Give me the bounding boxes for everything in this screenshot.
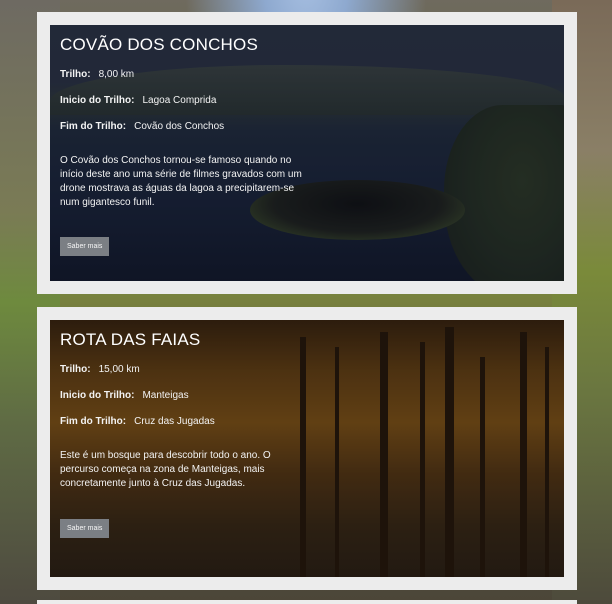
trail-description: O Covão dos Conchos tornou-se famoso qua… (60, 155, 302, 208)
trail-start-label: Inicio do Trilho: (60, 95, 135, 106)
trail-end-label: Fim do Trilho: (60, 121, 127, 132)
trail-card-image: ROTA DAS FAIAS Trilho: 15,00 km Inicio do… (50, 320, 564, 577)
trail-card-rota-das-faias: ROTA DAS FAIAS Trilho: 15,00 km Inicio do… (37, 307, 577, 590)
next-card-edge (37, 600, 577, 604)
trail-start-value: Lagoa Comprida (142, 95, 217, 106)
trail-title: COVÃO DOS CONCHOS (60, 35, 258, 54)
trail-end: Fim do Trilho: Covão dos Conchos (60, 121, 310, 132)
trail-distance: Trilho: 15,00 km (60, 364, 310, 375)
trail-content: ROTA DAS FAIAS Trilho: 15,00 km Inicio do… (60, 330, 310, 491)
trail-end-value: Cruz das Jugadas (134, 416, 215, 427)
trail-card-covao-dos-conchos: COVÃO DOS CONCHOS Trilho: 8,00 km Inicio … (37, 12, 577, 294)
trail-distance-value: 8,00 km (98, 69, 135, 80)
trail-start: Inicio do Trilho: Lagoa Comprida (60, 95, 310, 106)
trail-description: Este é um bosque para descobrir todo o a… (60, 450, 271, 489)
saber-mais-button[interactable]: Saber mais (60, 237, 110, 256)
trail-distance: Trilho: 8,00 km (60, 69, 310, 80)
trail-end: Fim do Trilho: Cruz das Jugadas (60, 416, 310, 427)
trail-end-label: Fim do Trilho: (60, 416, 127, 427)
trail-end-value: Covão dos Conchos (134, 121, 225, 132)
trail-card-image: COVÃO DOS CONCHOS Trilho: 8,00 km Inicio … (50, 25, 564, 281)
trail-start: Inicio do Trilho: Manteigas (60, 390, 310, 401)
trail-start-label: Inicio do Trilho: (60, 390, 135, 401)
trail-start-value: Manteigas (142, 390, 189, 401)
trail-title: ROTA DAS FAIAS (60, 330, 201, 349)
trail-distance-label: Trilho: (60, 69, 91, 80)
trail-distance-value: 15,00 km (98, 364, 140, 375)
saber-mais-button[interactable]: Saber mais (60, 519, 110, 538)
trail-distance-label: Trilho: (60, 364, 91, 375)
trail-content: COVÃO DOS CONCHOS Trilho: 8,00 km Inicio … (60, 35, 310, 210)
